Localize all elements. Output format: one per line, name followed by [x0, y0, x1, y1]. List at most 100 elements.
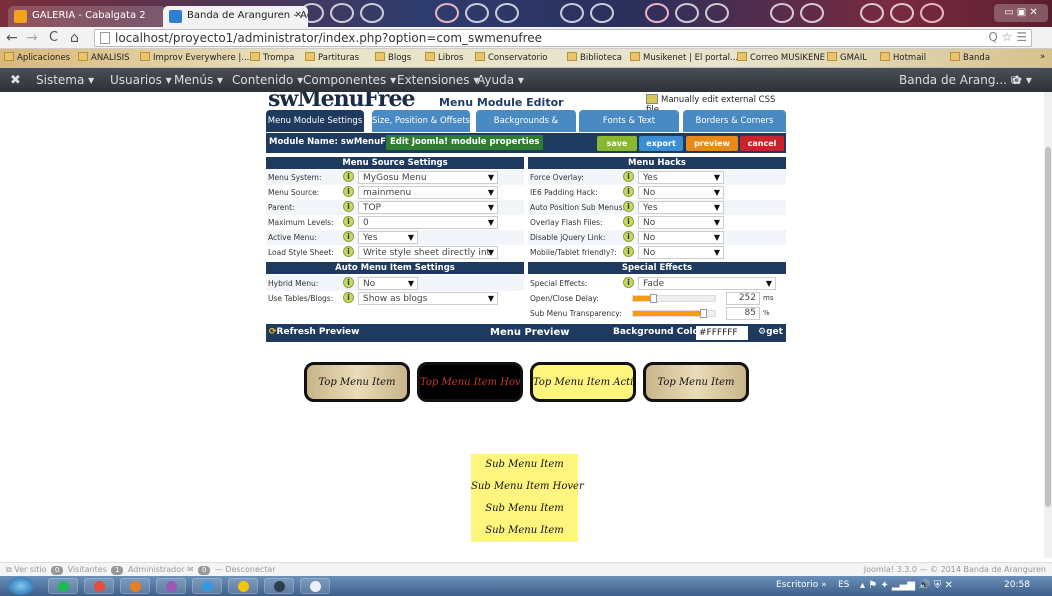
close-tab-icon[interactable]: ×: [294, 10, 302, 20]
info-icon[interactable]: i: [343, 216, 354, 227]
setting-select[interactable]: No ▼: [638, 186, 724, 199]
taskbar-chrome[interactable]: [84, 578, 114, 594]
forward-button[interactable]: →: [26, 30, 38, 46]
info-icon[interactable]: i: [623, 171, 634, 182]
cancel-button[interactable]: cancel: [740, 136, 784, 151]
taskbar-paint[interactable]: [300, 578, 330, 594]
view-site-link[interactable]: ⧉ Ver sitio: [6, 565, 47, 574]
transparency-slider[interactable]: [632, 309, 716, 318]
bookmark-improv[interactable]: Improv Everywhere |...: [140, 52, 249, 63]
setting-select[interactable]: MyGosu Menu ▼: [358, 171, 498, 184]
back-button[interactable]: ←: [6, 30, 18, 46]
setting-select[interactable]: No ▼: [638, 216, 724, 229]
info-icon[interactable]: i: [623, 186, 634, 197]
menu-extensiones[interactable]: Extensiones ▾: [397, 73, 479, 87]
tab-fonts-text[interactable]: Fonts & Text: [579, 110, 679, 132]
bookmark-libros[interactable]: Libros: [425, 52, 463, 63]
logout-link[interactable]: — Desconectar: [215, 565, 276, 574]
menu-ayuda[interactable]: Ayuda ▾: [477, 73, 524, 87]
setting-select[interactable]: No ▼: [638, 246, 724, 259]
address-bar[interactable]: localhost/proyecto1/administrator/index.…: [94, 29, 1032, 47]
tab-size-position[interactable]: Size, Position & Offsets: [372, 110, 470, 132]
setting-select[interactable]: 0 ▼: [358, 216, 498, 229]
taskbar-media[interactable]: [156, 578, 186, 594]
info-icon[interactable]: i: [343, 186, 354, 197]
menu-componentes[interactable]: Componentes ▾: [303, 73, 396, 87]
setting-select[interactable]: Yes ▼: [638, 171, 724, 184]
tab-banda-admin[interactable]: Banda de Aranguren - Ad ×: [163, 6, 308, 27]
setting-select[interactable]: Show as blogs ▼: [358, 292, 498, 305]
setting-select[interactable]: Yes ▼: [638, 201, 724, 214]
tab-menu-module-settings[interactable]: Menu Module Settings: [266, 110, 364, 132]
bookmark-trompa[interactable]: Trompa: [250, 52, 294, 63]
sub-menu-item[interactable]: Sub Menu Item: [471, 498, 578, 520]
bookmarks-more-button[interactable]: »: [1040, 52, 1045, 62]
sub-menu-item[interactable]: Sub Menu Item: [471, 454, 578, 476]
setting-select[interactable]: No ▼: [358, 277, 418, 290]
sub-menu-item[interactable]: Sub Menu Item: [471, 520, 578, 542]
joomla-logo-icon[interactable]: ✖: [10, 73, 21, 88]
tab-galeria[interactable]: GALERIA - Cabalgata 2: [8, 6, 166, 27]
bookmark-musikenet[interactable]: Musikenet | El portal...: [630, 52, 738, 63]
info-icon[interactable]: i: [623, 201, 634, 212]
bookmark-banda[interactable]: Banda: [950, 52, 990, 63]
menu-menus[interactable]: Menús ▾: [174, 73, 223, 87]
admin-link[interactable]: Administrador: [128, 565, 184, 574]
special-effects-select[interactable]: Fade ▼: [638, 277, 776, 290]
transparency-value-input[interactable]: 85: [726, 307, 760, 320]
top-menu-item-active[interactable]: Top Menu Item Active: [530, 362, 636, 402]
taskbar-app[interactable]: [192, 578, 222, 594]
menu-usuarios[interactable]: Usuarios ▾: [110, 73, 172, 87]
top-menu-item[interactable]: Top Menu Item: [643, 362, 749, 402]
sub-menu-item-hover[interactable]: Sub Menu Item Hover: [471, 476, 584, 498]
visitors-link[interactable]: Visitantes: [68, 565, 107, 574]
start-button[interactable]: [8, 577, 34, 595]
get-color-button[interactable]: ⚙get: [758, 327, 783, 337]
user-gear-menu[interactable]: ✿ ▾: [1012, 73, 1032, 87]
top-menu-item-hover[interactable]: Top Menu Item Hover: [417, 362, 523, 402]
scrollbar-thumb[interactable]: [1045, 147, 1051, 507]
info-icon[interactable]: i: [343, 201, 354, 212]
bookmark-hotmail[interactable]: Hotmail: [880, 52, 926, 63]
info-icon[interactable]: i: [343, 246, 354, 257]
export-button[interactable]: export: [639, 136, 683, 151]
background-color-input[interactable]: #FFFFFF: [696, 326, 748, 340]
top-menu-item[interactable]: Top Menu Item: [304, 362, 410, 402]
tab-backgrounds[interactable]: Backgrounds & Indicators: [476, 110, 576, 148]
info-icon[interactable]: i: [623, 216, 634, 227]
info-icon[interactable]: i: [343, 277, 354, 288]
bookmark-partituras[interactable]: Partituras: [305, 52, 359, 63]
site-link[interactable]: Banda de Arang... ⧉: [899, 73, 1019, 88]
info-icon[interactable]: i: [623, 246, 634, 257]
refresh-preview-button[interactable]: ⟳Refresh Preview: [269, 327, 359, 337]
bookmark-blogs[interactable]: Blogs: [375, 52, 411, 63]
tab-borders-corners[interactable]: Borders & Corners: [683, 110, 786, 132]
info-icon[interactable]: i: [623, 277, 634, 288]
edit-module-properties-button[interactable]: Edit Joomla! module properties: [386, 135, 544, 150]
taskbar-explorer[interactable]: [228, 578, 258, 594]
menu-contenido[interactable]: Contenido ▾: [232, 73, 303, 87]
setting-select[interactable]: TOP ▼: [358, 201, 498, 214]
info-icon[interactable]: i: [343, 171, 354, 182]
language-indicator[interactable]: ES: [838, 580, 849, 590]
info-icon[interactable]: i: [623, 231, 634, 242]
delay-value-input[interactable]: 252: [726, 292, 760, 305]
page-scrollbar[interactable]: [1044, 92, 1052, 558]
delay-slider[interactable]: [632, 294, 716, 303]
bookmark-conservatorio[interactable]: Conservatorio: [475, 52, 548, 63]
bookmark-analisis[interactable]: ANALISIS: [78, 52, 130, 63]
desktop-toolbar[interactable]: Escritorio »: [776, 580, 827, 590]
home-button[interactable]: ⌂: [70, 30, 79, 46]
taskbar-firefox[interactable]: [120, 578, 150, 594]
info-icon[interactable]: i: [343, 231, 354, 242]
bookmark-aplicaciones[interactable]: Aplicaciones: [4, 52, 70, 63]
tray-icons[interactable]: ▴ ⚑ ✦ ▂▄▆ 🔊 ⛨ ✕: [860, 580, 953, 591]
bookmark-gmail[interactable]: GMAIL: [827, 52, 867, 63]
info-icon[interactable]: i: [343, 292, 354, 303]
taskbar-spotify[interactable]: [48, 578, 78, 594]
reload-button[interactable]: C: [49, 30, 58, 45]
setting-select[interactable]: Yes ▼: [358, 231, 418, 244]
setting-select[interactable]: No ▼: [638, 231, 724, 244]
preview-button[interactable]: preview: [686, 136, 738, 151]
taskbar-word[interactable]: [264, 578, 294, 594]
